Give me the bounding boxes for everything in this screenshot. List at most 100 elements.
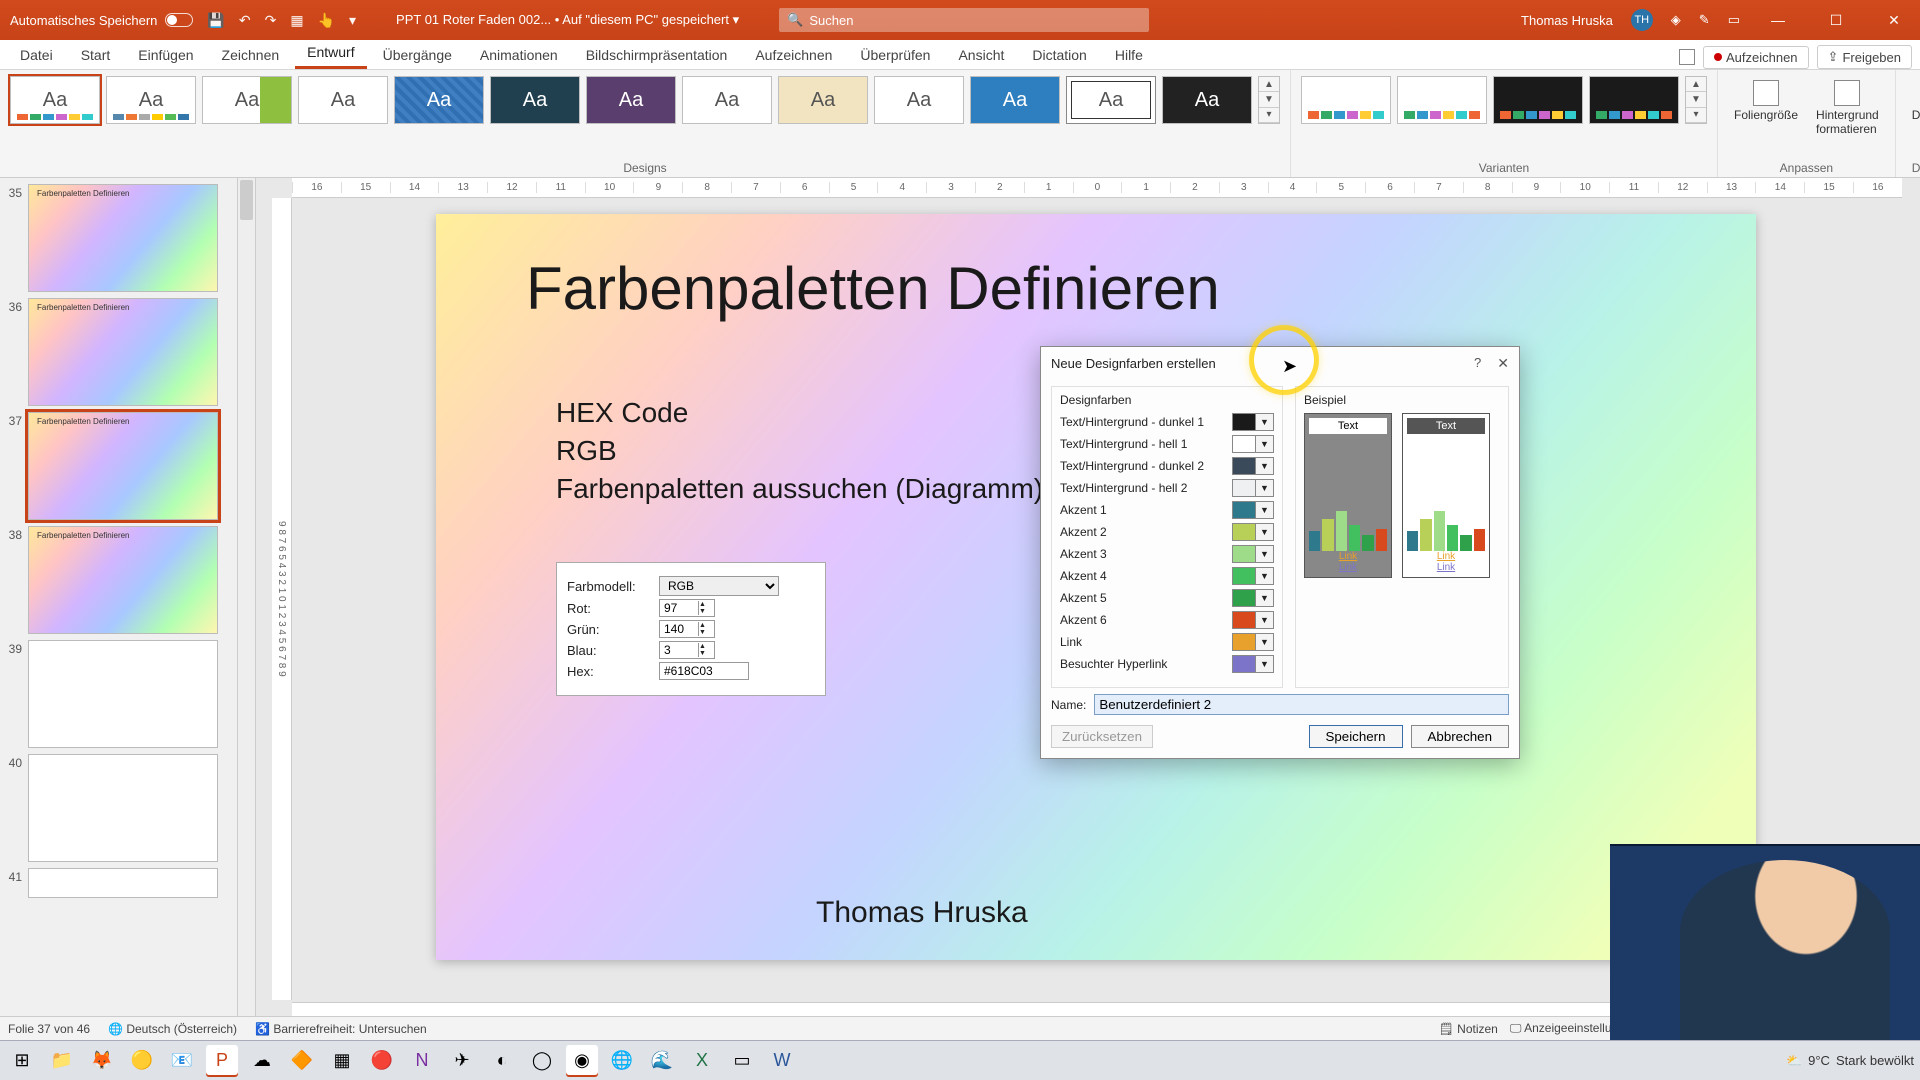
swatch-text-light2[interactable]: ▼ xyxy=(1232,479,1274,497)
design-theme-7[interactable]: Aa xyxy=(586,76,676,124)
design-theme-10[interactable]: Aa xyxy=(874,76,964,124)
slide-counter[interactable]: Folie 37 von 46 xyxy=(8,1022,90,1036)
tab-aufzeichnen[interactable]: Aufzeichnen xyxy=(743,41,844,69)
thumbnails-scrollbar[interactable] xyxy=(237,178,255,1050)
autosave-toggle[interactable] xyxy=(165,13,193,27)
present-icon[interactable]: ▦ xyxy=(290,12,303,29)
design-theme-13[interactable]: Aa xyxy=(1162,76,1252,124)
close-button[interactable]: ✕ xyxy=(1874,12,1914,29)
app-icon-1[interactable]: ☁ xyxy=(246,1045,278,1077)
design-theme-8[interactable]: Aa xyxy=(682,76,772,124)
tab-dictation[interactable]: Dictation xyxy=(1020,41,1098,69)
comments-icon[interactable] xyxy=(1679,49,1695,65)
tab-ueberpruefen[interactable]: Überprüfen xyxy=(848,41,942,69)
obs-icon[interactable]: ◉ xyxy=(566,1045,598,1077)
design-theme-4[interactable]: Aa xyxy=(298,76,388,124)
vlc-icon[interactable]: 🔶 xyxy=(286,1045,318,1077)
language-indicator[interactable]: 🌐 Deutsch (Österreich) xyxy=(108,1022,237,1036)
tab-hilfe[interactable]: Hilfe xyxy=(1103,41,1155,69)
slide-thumb-36[interactable]: Farbenpaletten Definieren xyxy=(28,298,218,406)
cancel-button[interactable]: Abbrechen xyxy=(1411,725,1509,748)
app-icon-5[interactable]: ◯ xyxy=(526,1045,558,1077)
format-background-button[interactable]: Hintergrund formatieren xyxy=(1810,76,1885,140)
maximize-button[interactable]: ☐ xyxy=(1816,12,1856,29)
save-icon[interactable]: 💾 xyxy=(207,12,224,29)
user-name[interactable]: Thomas Hruska xyxy=(1521,13,1613,28)
start-button[interactable]: ⊞ xyxy=(6,1045,38,1077)
redo-icon[interactable]: ↷ xyxy=(265,12,277,29)
swatch-text-dark1[interactable]: ▼ xyxy=(1232,413,1274,431)
gruen-input[interactable] xyxy=(660,621,698,637)
slide-thumb-38[interactable]: Farbenpaletten Definieren xyxy=(28,526,218,634)
qat-more-icon[interactable]: ▾ xyxy=(349,12,356,29)
excel-icon[interactable]: X xyxy=(686,1045,718,1077)
rot-input[interactable] xyxy=(660,600,698,616)
theme-name-input[interactable] xyxy=(1094,694,1509,715)
swatch-accent1[interactable]: ▼ xyxy=(1232,501,1274,519)
tab-start[interactable]: Start xyxy=(69,41,123,69)
notes-toggle[interactable]: 🗒 Notizen xyxy=(1439,1022,1498,1036)
telegram-icon[interactable]: ✈ xyxy=(446,1045,478,1077)
tab-ansicht[interactable]: Ansicht xyxy=(946,41,1016,69)
firefox-icon[interactable]: 🦊 xyxy=(86,1045,118,1077)
design-theme-11[interactable]: Aa xyxy=(970,76,1060,124)
slide-body-text[interactable]: HEX Code RGB Farbenpaletten aussuchen (D… xyxy=(556,394,1043,507)
swatch-text-dark2[interactable]: ▼ xyxy=(1232,457,1274,475)
outlook-icon[interactable]: 📧 xyxy=(166,1045,198,1077)
minimize-button[interactable]: — xyxy=(1758,12,1798,28)
reset-button[interactable]: Zurücksetzen xyxy=(1051,725,1153,748)
app-icon-7[interactable]: ▭ xyxy=(726,1045,758,1077)
window-layout-icon[interactable]: ▭ xyxy=(1728,12,1740,28)
slide-thumb-40[interactable] xyxy=(28,754,218,862)
expand-icon[interactable]: ▾ xyxy=(1259,108,1279,123)
design-theme-2[interactable]: Aa xyxy=(106,76,196,124)
tab-bildschirmpraesentation[interactable]: Bildschirmpräsentation xyxy=(574,41,740,69)
design-theme-5[interactable]: Aa xyxy=(394,76,484,124)
variant-1[interactable] xyxy=(1301,76,1391,124)
chrome-icon[interactable]: 🟡 xyxy=(126,1045,158,1077)
swatch-accent2[interactable]: ▼ xyxy=(1232,523,1274,541)
save-button[interactable]: Speichern xyxy=(1309,725,1403,748)
variant-3[interactable] xyxy=(1493,76,1583,124)
tab-entwurf[interactable]: Entwurf xyxy=(295,38,366,69)
swatch-visited-link[interactable]: ▼ xyxy=(1232,655,1274,673)
weather-widget[interactable]: ⛅ 9°C Stark bewölkt xyxy=(1786,1053,1914,1069)
scroll-up-icon[interactable]: ▲ xyxy=(1259,77,1279,92)
slide-title[interactable]: Farbenpaletten Definieren xyxy=(526,254,1220,323)
explorer-icon[interactable]: 📁 xyxy=(46,1045,78,1077)
tab-einfuegen[interactable]: Einfügen xyxy=(126,41,205,69)
blau-input[interactable] xyxy=(660,642,698,658)
swatch-link[interactable]: ▼ xyxy=(1232,633,1274,651)
slide-thumb-41[interactable] xyxy=(28,868,218,898)
accessibility-check[interactable]: ♿ Barrierefreiheit: Untersuchen xyxy=(255,1022,427,1036)
app-icon-2[interactable]: ▦ xyxy=(326,1045,358,1077)
design-theme-3[interactable]: Aa xyxy=(202,76,292,124)
tab-uebergaenge[interactable]: Übergänge xyxy=(371,41,464,69)
swatch-text-light1[interactable]: ▼ xyxy=(1232,435,1274,453)
variants-gallery-more[interactable]: ▲▼▾ xyxy=(1685,76,1707,124)
design-theme-12[interactable]: Aa xyxy=(1066,76,1156,124)
user-avatar[interactable]: TH xyxy=(1631,9,1653,31)
design-theme-9[interactable]: Aa xyxy=(778,76,868,124)
pen-icon[interactable]: ✎ xyxy=(1699,12,1710,28)
word-icon[interactable]: W xyxy=(766,1045,798,1077)
tab-zeichnen[interactable]: Zeichnen xyxy=(210,41,292,69)
record-button[interactable]: Aufzeichnen xyxy=(1703,46,1809,69)
variant-2[interactable] xyxy=(1397,76,1487,124)
slide-thumb-37[interactable]: Farbenpaletten Definieren xyxy=(28,412,218,520)
touch-icon[interactable]: 👆 xyxy=(318,12,335,29)
edge-icon[interactable]: 🌊 xyxy=(646,1045,678,1077)
color-model-select[interactable]: RGB xyxy=(659,576,779,596)
powerpoint-icon[interactable]: P xyxy=(206,1045,238,1077)
slide-author[interactable]: Thomas Hruska xyxy=(816,896,1028,930)
slide-thumb-35[interactable]: Farbenpaletten Definieren xyxy=(28,184,218,292)
dialog-help-button[interactable]: ? xyxy=(1474,355,1481,372)
designer-button[interactable]: Designer xyxy=(1906,76,1920,126)
slide-thumb-39[interactable] xyxy=(28,640,218,748)
coming-soon-icon[interactable]: ◈ xyxy=(1671,12,1681,28)
hex-input[interactable] xyxy=(659,662,749,680)
scroll-down-icon[interactable]: ▼ xyxy=(1259,92,1279,107)
app-icon-3[interactable]: 🔴 xyxy=(366,1045,398,1077)
design-theme-1[interactable]: Aa xyxy=(10,76,100,124)
swatch-accent3[interactable]: ▼ xyxy=(1232,545,1274,563)
